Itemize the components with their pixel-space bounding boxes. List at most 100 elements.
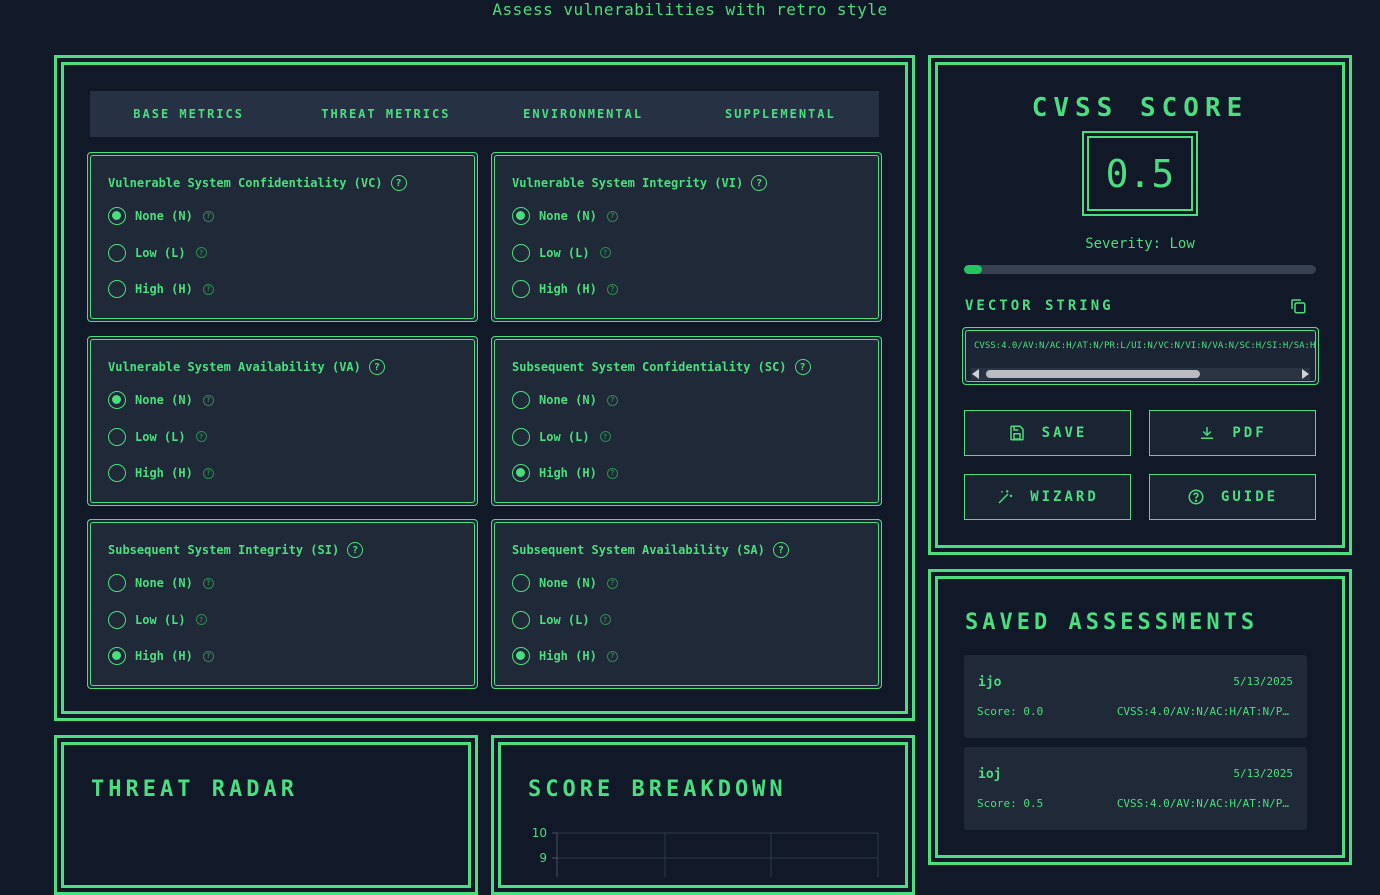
option-label: None (N) [135, 576, 193, 590]
scroll-left-icon[interactable] [972, 369, 979, 379]
metric-option[interactable]: None (N)? [108, 574, 214, 592]
help-icon[interactable]: ? [202, 577, 214, 589]
metric-option[interactable]: None (N)? [108, 391, 214, 409]
option-label: Low (L) [539, 612, 590, 627]
help-icon[interactable]: ? [202, 210, 214, 222]
radio-button[interactable] [512, 243, 530, 262]
tab-supplemental[interactable]: SUPPLEMENTAL [682, 91, 879, 137]
tab-threat-metrics[interactable]: THREAT METRICS [287, 91, 484, 137]
metric-title: Subsequent System Integrity (SI)? [108, 542, 364, 558]
help-icon[interactable]: ? [606, 650, 618, 662]
help-icon[interactable]: ? [390, 175, 407, 191]
help-icon[interactable]: ? [368, 359, 385, 375]
metric-option[interactable]: High (H)? [108, 464, 214, 483]
metric-option[interactable]: None (N)? [512, 207, 618, 225]
metric-option[interactable]: High (H)? [512, 464, 618, 483]
radio-button[interactable] [108, 647, 126, 666]
radio-button[interactable] [512, 207, 530, 225]
vector-scrollbar[interactable] [971, 368, 1310, 380]
wizard-button[interactable]: WIZARD [964, 474, 1131, 520]
metric-option[interactable]: None (N)? [512, 574, 618, 592]
help-icon[interactable]: ? [599, 431, 611, 443]
radio-button[interactable] [108, 464, 126, 483]
tab-base-metrics[interactable]: BASE METRICS [90, 91, 287, 137]
help-icon[interactable]: ? [606, 394, 618, 406]
option-label: High (H) [539, 466, 597, 481]
metric-option[interactable]: Low (L)? [108, 610, 207, 629]
metric-title-text: Subsequent System Confidentiality (SC) [512, 360, 787, 374]
metric-option[interactable]: Low (L)? [512, 610, 611, 629]
metric-option[interactable]: High (H)? [108, 280, 214, 299]
radio-button[interactable] [108, 207, 126, 225]
scroll-thumb[interactable] [986, 370, 1200, 378]
radio-button[interactable] [512, 610, 530, 629]
scroll-right-icon[interactable] [1302, 369, 1309, 379]
save-button[interactable]: SAVE [964, 410, 1131, 456]
radio-button[interactable] [108, 574, 126, 592]
help-icon[interactable]: ? [606, 577, 618, 589]
radar-panel [54, 735, 478, 895]
help-icon[interactable]: ? [202, 283, 214, 295]
radio-button[interactable] [108, 427, 126, 446]
metric-title-text: Vulnerable System Confidentiality (VC) [108, 176, 383, 190]
saved-item-date: 5/13/2025 [1233, 675, 1293, 688]
help-icon[interactable]: ? [772, 542, 789, 558]
vector-field[interactable]: CVSS:4.0/AV:N/AC:H/AT:N/PR:L/UI:N/VC:N/V… [962, 327, 1319, 385]
help-icon[interactable]: ? [751, 175, 768, 191]
download-icon [1201, 427, 1214, 439]
option-label: High (H) [539, 649, 597, 664]
metric-option[interactable]: Low (L)? [512, 427, 611, 446]
help-icon[interactable]: ? [195, 431, 207, 443]
saved-item-name: ijo [978, 675, 1002, 690]
pdf-button[interactable]: PDF [1149, 410, 1316, 456]
help-icon[interactable]: ? [202, 394, 214, 406]
radio-button[interactable] [108, 280, 126, 299]
option-label: None (N) [135, 209, 193, 223]
metric-title: Subsequent System Confidentiality (SC)? [512, 359, 811, 375]
metric-card: Subsequent System Integrity (SI)? None (N… [87, 519, 478, 689]
radio-button[interactable] [108, 243, 126, 262]
y-tick-label: 9 [539, 851, 547, 865]
radio-button[interactable] [512, 427, 530, 446]
radio-button[interactable] [512, 464, 530, 483]
metric-option[interactable]: High (H)? [512, 647, 618, 666]
guide-button[interactable]: GUIDE [1149, 474, 1316, 520]
saved-item[interactable]: ijo 5/13/2025 Score: 0.0 CVSS:4.0/AV:N/AC:H… [964, 655, 1307, 738]
help-icon[interactable]: ? [202, 650, 214, 662]
metric-tabs: BASE METRICS THREAT METRICS ENVIRONMENTA… [90, 91, 879, 137]
help-icon[interactable]: ? [202, 467, 214, 479]
help-icon[interactable]: ? [794, 359, 811, 375]
metric-option[interactable]: High (H)? [108, 647, 214, 666]
help-icon[interactable]: ? [599, 247, 611, 259]
metric-title-text: Vulnerable System Integrity (VI) [512, 176, 744, 190]
radio-button[interactable] [108, 391, 126, 409]
help-icon[interactable]: ? [606, 467, 618, 479]
metric-option[interactable]: High (H)? [512, 280, 618, 299]
metric-option[interactable]: Low (L)? [512, 243, 611, 262]
option-label: High (H) [135, 649, 193, 664]
saved-item-name: ioj [978, 767, 1002, 782]
copy-icon[interactable] [1289, 297, 1307, 315]
saved-item[interactable]: ioj 5/13/2025 Score: 0.5 CVSS:4.0/AV:N/AC:H… [964, 747, 1307, 830]
metric-option[interactable]: None (N)? [108, 207, 214, 225]
option-label: Low (L) [135, 612, 186, 627]
saved-item-score: Score: 0.5 [977, 797, 1044, 810]
help-icon[interactable]: ? [606, 283, 618, 295]
help-icon[interactable]: ? [606, 210, 618, 222]
help-icon[interactable]: ? [347, 542, 364, 558]
help-circle-icon [1188, 489, 1204, 505]
breakdown-chart: 10 9 [532, 826, 879, 877]
radio-button[interactable] [512, 280, 530, 299]
metric-option[interactable]: Low (L)? [108, 243, 207, 262]
help-icon[interactable]: ? [599, 614, 611, 626]
option-label: None (N) [135, 393, 193, 407]
metric-option[interactable]: None (N)? [512, 391, 618, 409]
radio-button[interactable] [512, 647, 530, 666]
radio-button[interactable] [512, 391, 530, 409]
help-icon[interactable]: ? [195, 247, 207, 259]
help-icon[interactable]: ? [195, 614, 207, 626]
metric-option[interactable]: Low (L)? [108, 427, 207, 446]
radio-button[interactable] [108, 610, 126, 629]
radio-button[interactable] [512, 574, 530, 592]
tab-environmental[interactable]: ENVIRONMENTAL [485, 91, 682, 137]
